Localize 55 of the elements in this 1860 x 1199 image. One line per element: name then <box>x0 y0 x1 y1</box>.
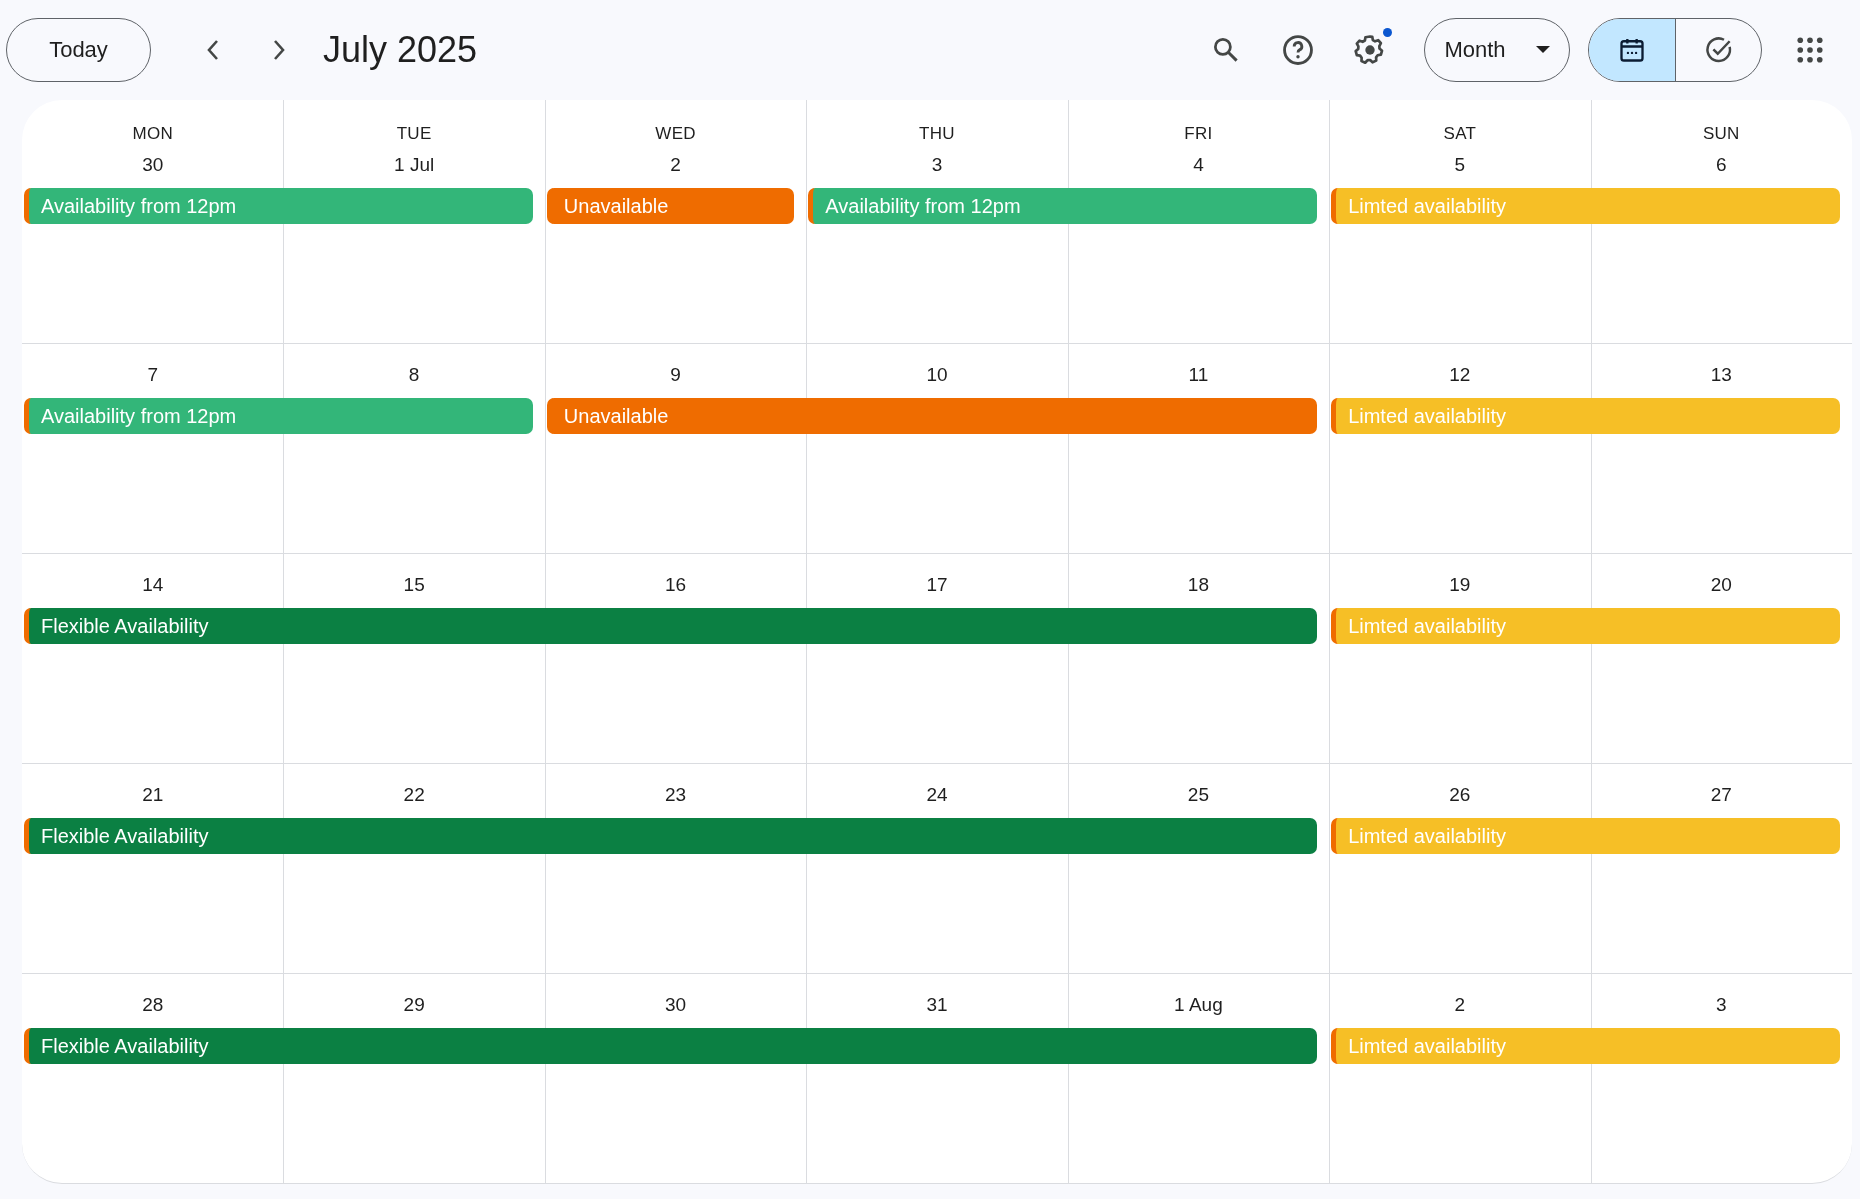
month-title: July 2025 <box>323 29 479 71</box>
date-label[interactable]: 3 <box>1716 994 1727 1016</box>
caret-icon <box>1535 46 1550 54</box>
date-label[interactable]: 1 Aug <box>1174 994 1223 1016</box>
date-label[interactable]: 3 <box>931 154 943 176</box>
date-label[interactable]: 19 <box>1449 574 1471 596</box>
chevron-right-icon <box>272 39 286 61</box>
calendar-view-button[interactable] <box>1589 19 1675 81</box>
weekday-label: MON <box>132 124 173 144</box>
date-label[interactable]: 18 <box>1187 574 1209 596</box>
chevron-left-icon <box>206 39 220 61</box>
date-label[interactable]: 10 <box>926 364 948 386</box>
date-label[interactable]: 2 <box>670 154 681 176</box>
date-label[interactable]: 2 <box>1454 994 1466 1016</box>
date-label[interactable]: 8 <box>408 364 420 386</box>
date-label[interactable]: 7 <box>147 364 158 386</box>
date-label[interactable]: 4 <box>1193 154 1204 176</box>
date-label[interactable]: 21 <box>142 784 164 806</box>
date-label[interactable]: 15 <box>403 574 425 596</box>
weekday-label: THU <box>919 124 955 144</box>
date-label[interactable]: 30 <box>142 154 164 176</box>
date-label[interactable]: 20 <box>1710 574 1732 596</box>
search-icon <box>1211 35 1241 65</box>
weekday-label: WED <box>655 124 696 144</box>
date-label[interactable]: 30 <box>665 994 687 1016</box>
date-label[interactable]: 31 <box>926 994 948 1016</box>
date-label[interactable]: 28 <box>142 994 164 1016</box>
weekday-label: FRI <box>1184 124 1213 144</box>
event-bar[interactable]: Flexible Availability <box>24 608 1318 644</box>
weekday-label: SUN <box>1702 124 1740 144</box>
date-label[interactable]: 1 Jul <box>394 154 435 176</box>
date-label[interactable]: 14 <box>142 574 164 596</box>
help-icon <box>1281 33 1315 67</box>
date-label[interactable]: 23 <box>665 784 687 806</box>
date-label[interactable]: 9 <box>670 364 681 386</box>
weekday-label: SAT <box>1443 124 1477 144</box>
calendar-icon <box>1618 36 1646 64</box>
date-label[interactable]: 16 <box>665 574 687 596</box>
event-bar[interactable]: Flexible Availability <box>24 1028 1318 1064</box>
date-label[interactable]: 27 <box>1710 784 1732 806</box>
date-label[interactable]: 11 <box>1188 364 1209 386</box>
date-label[interactable]: 5 <box>1454 154 1466 176</box>
weekday-label: TUE <box>396 124 432 144</box>
date-label[interactable]: 22 <box>403 784 425 806</box>
event-bar[interactable]: Flexible Availability <box>24 818 1318 854</box>
date-label[interactable]: 12 <box>1449 364 1471 386</box>
apps-grid-icon <box>1797 37 1823 63</box>
date-label[interactable]: 26 <box>1449 784 1471 806</box>
date-label[interactable]: 24 <box>926 784 948 806</box>
date-label[interactable]: 13 <box>1710 364 1732 386</box>
date-label[interactable]: 17 <box>926 574 948 596</box>
date-label[interactable]: 29 <box>403 994 425 1016</box>
date-label[interactable]: 25 <box>1187 784 1209 806</box>
check-circle-icon <box>1703 35 1734 65</box>
date-label[interactable]: 6 <box>1716 154 1727 176</box>
